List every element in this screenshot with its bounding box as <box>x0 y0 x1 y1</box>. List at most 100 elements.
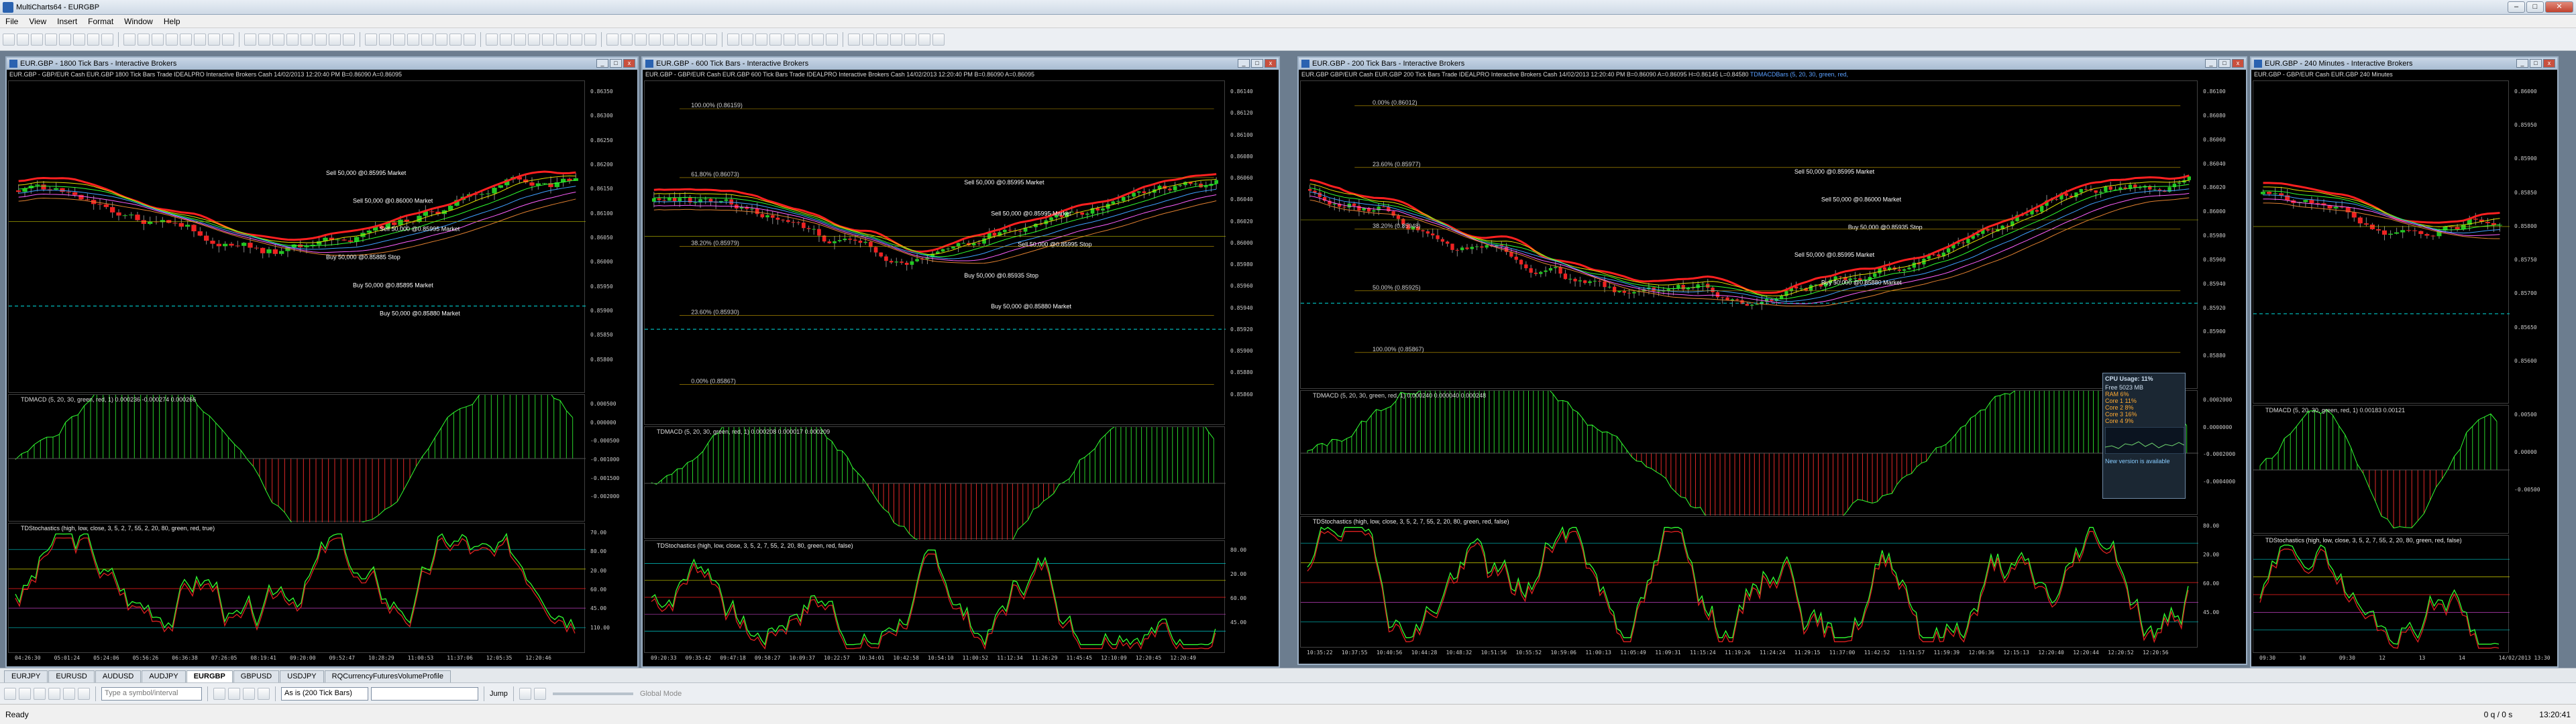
drawing-tool-rectangle[interactable] <box>63 687 75 700</box>
global-mode-toggle[interactable]: Global Mode <box>640 690 682 698</box>
toolbar-button[interactable] <box>315 33 327 46</box>
toolbar-button[interactable] <box>222 33 234 46</box>
tab-audjpy[interactable]: AUDJPY <box>142 670 186 682</box>
window-title-bar[interactable]: EUR.GBP - 200 Tick Bars - Interactive Br… <box>1299 58 2246 70</box>
toolbar-button[interactable] <box>59 33 71 46</box>
menu-insert[interactable]: Insert <box>52 17 83 26</box>
toolbar-button[interactable] <box>421 33 433 46</box>
resolution-select[interactable]: As is (200 Tick Bars) <box>281 686 368 701</box>
window-maximize-button[interactable]: □ <box>610 59 622 68</box>
toolbar-button[interactable] <box>343 33 355 46</box>
menu-help[interactable]: Help <box>158 17 186 26</box>
chart-window-240-min[interactable]: EUR.GBP - 240 Minutes - Interactive Brok… <box>2250 56 2559 668</box>
toolbar-button[interactable] <box>365 33 377 46</box>
toolbar-button[interactable] <box>677 33 689 46</box>
cpu-usage-widget[interactable]: CPU Usage: 11% Free 5023 MB RAM 6% Core … <box>2102 373 2186 499</box>
window-minimize-button[interactable]: _ <box>596 59 608 68</box>
toolbar-button[interactable] <box>152 33 164 46</box>
menu-format[interactable]: Format <box>83 17 119 26</box>
toolbar-button[interactable] <box>727 33 739 46</box>
window-close-button[interactable]: x <box>623 59 635 68</box>
chart-type-icon[interactable] <box>213 687 225 700</box>
drawing-tool-text[interactable] <box>48 687 60 700</box>
toolbar-button[interactable] <box>3 33 15 46</box>
toolbar-button[interactable] <box>584 33 596 46</box>
toolbar-button[interactable] <box>464 33 476 46</box>
symbol-input[interactable]: Type a symbol/interval <box>101 686 202 701</box>
toolbar-button[interactable] <box>379 33 391 46</box>
toolbar-button[interactable] <box>301 33 313 46</box>
price-axis[interactable]: 0.86000 0.85950 0.85900 0.85850 0.85800 0.857… <box>2512 80 2556 404</box>
window-maximize-button[interactable]: □ <box>2218 59 2231 68</box>
toolbar-button[interactable] <box>138 33 150 46</box>
price-axis[interactable]: 0.86140 0.86120 0.86100 0.86080 0.86060 0.860… <box>1228 80 1276 425</box>
window-title-bar[interactable]: EUR.GBP - 600 Tick Bars - Interactive Br… <box>643 58 1279 70</box>
toolbar-button[interactable] <box>514 33 526 46</box>
window-minimize-button[interactable]: _ <box>2205 59 2217 68</box>
window-title-bar[interactable]: EUR.GBP - 1800 Tick Bars - Interactive B… <box>7 58 637 70</box>
toolbar-button[interactable] <box>166 33 178 46</box>
toolbar-button[interactable] <box>500 33 512 46</box>
toolbar-button[interactable] <box>123 33 136 46</box>
toolbar-button[interactable] <box>769 33 782 46</box>
zoom-out-icon[interactable] <box>258 687 270 700</box>
toolbar-button[interactable] <box>329 33 341 46</box>
menu-file[interactable]: File <box>0 17 23 26</box>
toolbar-button[interactable] <box>272 33 284 46</box>
macd-pane[interactable]: TDMACD (5, 20, 30, green, red, 1) 0.0002… <box>8 376 586 539</box>
toolbar-button[interactable] <box>705 33 717 46</box>
toolbar-button[interactable] <box>435 33 447 46</box>
toolbar-button[interactable] <box>649 33 661 46</box>
zoom-in-icon[interactable] <box>243 687 255 700</box>
toolbar-button[interactable] <box>826 33 838 46</box>
minimize-button[interactable]: – <box>2508 1 2525 13</box>
tab-eurusd[interactable]: EURUSD <box>48 670 95 682</box>
menu-window[interactable]: Window <box>119 17 158 26</box>
toolbar-button[interactable] <box>542 33 554 46</box>
window-title-bar[interactable]: EUR.GBP - 240 Minutes - Interactive Brok… <box>2251 58 2557 70</box>
maximize-button[interactable]: □ <box>2526 1 2544 13</box>
tab-rqcurrencyfuturesvolumeprofile[interactable]: RQCurrencyFuturesVolumeProfile <box>324 670 451 682</box>
toolbar-button[interactable] <box>862 33 874 46</box>
window-minimize-button[interactable]: _ <box>1238 59 1250 68</box>
tab-audusd[interactable]: AUDUSD <box>95 670 142 682</box>
toolbar-button[interactable] <box>449 33 462 46</box>
toolbar-button[interactable] <box>73 33 85 46</box>
toolbar-button[interactable] <box>208 33 220 46</box>
toolbar-button[interactable] <box>286 33 299 46</box>
window-close-button[interactable]: x <box>2543 59 2555 68</box>
toolbar-button[interactable] <box>876 33 888 46</box>
toolbar-button[interactable] <box>244 33 256 46</box>
scroll-left-icon[interactable] <box>519 687 531 700</box>
toolbar-button[interactable] <box>407 33 419 46</box>
chart-window-200-tick[interactable]: EUR.GBP - 200 Tick Bars - Interactive Br… <box>1297 56 2247 665</box>
toolbar-button[interactable] <box>393 33 405 46</box>
price-axis[interactable]: 0.86100 0.86080 0.86060 0.86040 0.86020 0.860… <box>2200 80 2245 389</box>
tab-eurgbp[interactable]: EURGBP <box>186 670 233 682</box>
toolbar-button[interactable] <box>258 33 270 46</box>
bar-style-icon[interactable] <box>228 687 240 700</box>
window-close-button[interactable]: x <box>1265 59 1277 68</box>
scroll-right-icon[interactable] <box>533 687 546 700</box>
toolbar-button[interactable] <box>17 33 29 46</box>
price-pane[interactable]: Sell 50,000 @0.85995 Market Sell 50,000 @… <box>1300 80 2198 389</box>
toolbar-button[interactable] <box>101 33 113 46</box>
drawing-tool-ellipse[interactable] <box>78 687 90 700</box>
price-pane[interactable]: Sell 50,000 @0.85995 Market Sell 50,000 @… <box>644 80 1226 425</box>
macd-pane[interactable]: TDMACD (5, 20, 30, green, red, 1) 0.0002… <box>1300 360 2198 548</box>
price-axis[interactable]: 0.86350 0.86300 0.86250 0.86200 0.86150 0.861… <box>588 80 635 393</box>
menu-view[interactable]: View <box>23 17 52 26</box>
window-close-button[interactable]: x <box>2232 59 2244 68</box>
tab-gbpusd[interactable]: GBPUSD <box>233 670 280 682</box>
toolbar-button[interactable] <box>528 33 540 46</box>
toolbar-button[interactable] <box>932 33 945 46</box>
chart-window-1800-tick[interactable]: EUR.GBP - 1800 Tick Bars - Interactive B… <box>5 56 639 668</box>
toolbar-button[interactable] <box>87 33 99 46</box>
toolbar-button[interactable] <box>812 33 824 46</box>
window-minimize-button[interactable]: _ <box>2516 59 2528 68</box>
toolbar-button[interactable] <box>45 33 57 46</box>
drawing-tool-fibonacci[interactable] <box>34 687 46 700</box>
tab-eurjpy[interactable]: EURJPY <box>4 670 48 682</box>
toolbar-button[interactable] <box>890 33 902 46</box>
toolbar-button[interactable] <box>31 33 43 46</box>
